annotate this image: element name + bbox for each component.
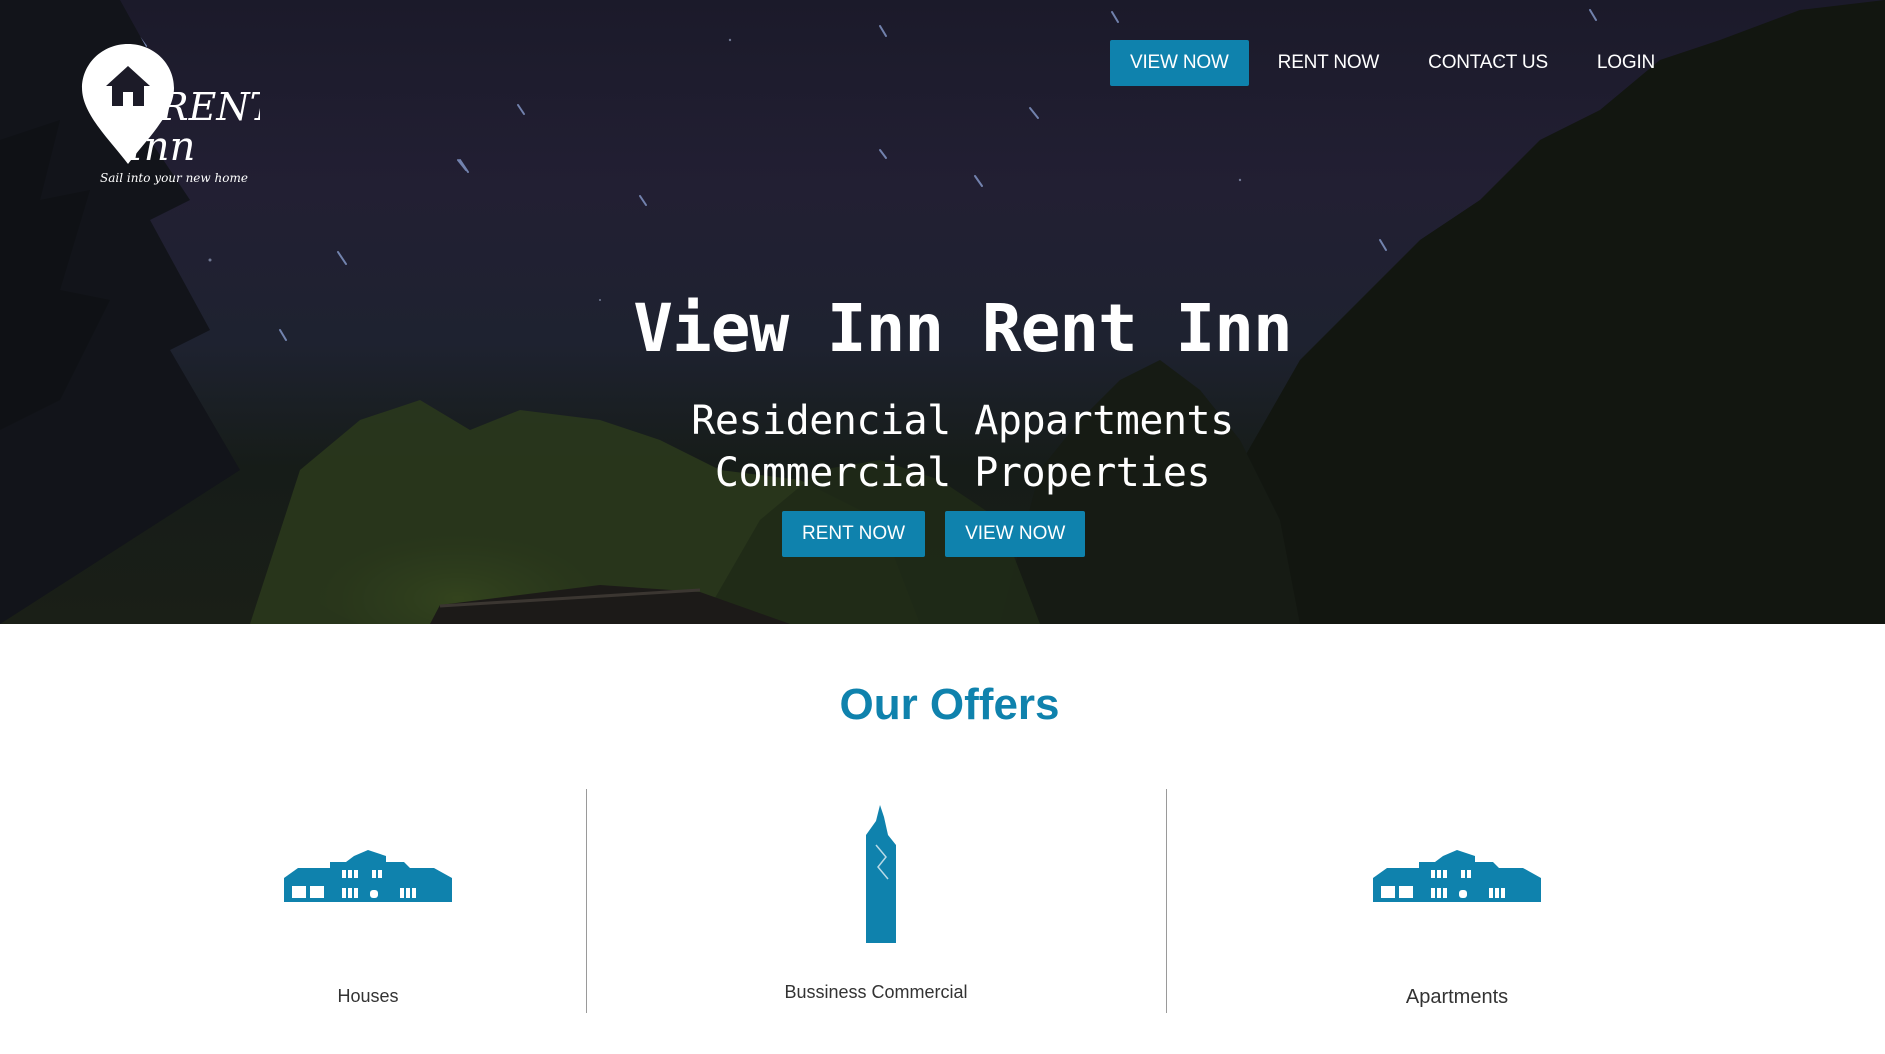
- rent-inn-logo[interactable]: RENT Inn Sail into your new home: [80, 42, 260, 192]
- nav-login[interactable]: LOGIN: [1577, 40, 1675, 86]
- offers-divider: [586, 789, 587, 1013]
- hero-subtitle-commercial: Commercial Properties: [714, 450, 1211, 496]
- offers-title: Our Offers: [839, 680, 1060, 729]
- apartment-icon[interactable]: [1373, 848, 1541, 904]
- hero-view-now-button[interactable]: VIEW NOW: [945, 511, 1086, 557]
- logo-word-rent: RENT: [159, 85, 260, 129]
- house-icon[interactable]: [284, 848, 452, 904]
- offers-divider: [1166, 789, 1167, 1013]
- offer-label-houses: Houses: [337, 986, 399, 1006]
- skyscraper-icon[interactable]: [862, 805, 900, 943]
- offer-label-business-commercial: Bussiness Commercial: [784, 982, 968, 1002]
- hero-rent-now-button[interactable]: RENT NOW: [782, 511, 926, 557]
- hero-subtitle-residential: Residencial Appartments: [691, 398, 1234, 444]
- hero-section: RENT Inn Sail into your new home VIEW NO…: [0, 0, 1885, 624]
- hero-buttons: RENT NOW VIEW NOW: [782, 511, 1105, 557]
- nav-view-now[interactable]: VIEW NOW: [1110, 40, 1249, 86]
- main-nav: VIEW NOW RENT NOW CONTACT US LOGIN: [1110, 40, 1684, 86]
- logo-word-inn: Inn: [127, 124, 195, 170]
- nav-rent-now[interactable]: RENT NOW: [1258, 40, 1400, 86]
- nav-contact-us[interactable]: CONTACT US: [1408, 40, 1568, 86]
- hero-title: View Inn Rent Inn: [633, 290, 1293, 367]
- offer-label-apartments: Apartments: [1405, 986, 1509, 1008]
- logo-tagline: Sail into your new home: [100, 171, 248, 185]
